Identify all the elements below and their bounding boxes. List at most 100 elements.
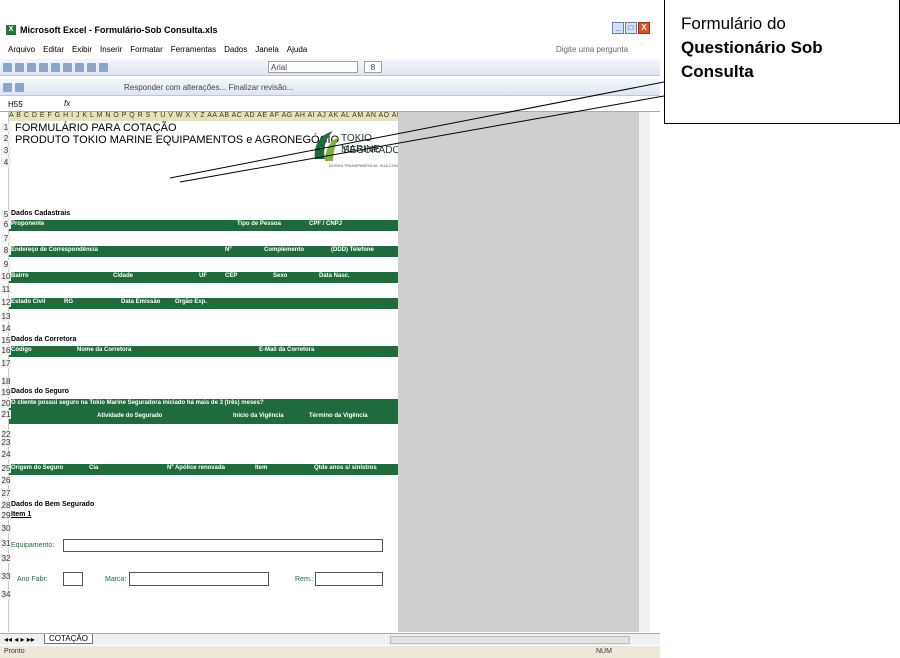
maximize-button[interactable]: □ <box>625 22 637 34</box>
worksheet[interactable]: A B C D E F G H I J K L M N O P Q R S T … <box>1 112 414 632</box>
col-cidade: Cidade <box>113 273 134 279</box>
print-icon[interactable] <box>39 62 48 72</box>
gray-canvas-area <box>398 112 638 632</box>
marca-field[interactable] <box>129 572 269 586</box>
row-number[interactable]: 24 <box>1 450 11 459</box>
minimize-button[interactable]: _ <box>612 22 624 34</box>
row-number[interactable]: 2 <box>1 134 11 143</box>
menu-arquivo[interactable]: Arquivo <box>8 45 35 54</box>
tab-cotacao[interactable]: COTAÇÃO <box>44 634 93 644</box>
row-number[interactable]: 26 <box>1 476 11 485</box>
menu-janela[interactable]: Janela <box>255 45 279 54</box>
col-cia: Cia <box>89 465 99 471</box>
col-atividade: Atividade do Segurado <box>97 413 163 419</box>
row-number[interactable]: 6 <box>1 220 11 229</box>
tokio-marine-logo: TOKIO MARINE SEGURADORA NOSSA TRANSPARÊN… <box>311 127 414 172</box>
row-number[interactable]: 1 <box>1 123 11 132</box>
row-number[interactable]: 14 <box>1 324 11 333</box>
row-number[interactable]: 15 <box>1 336 11 345</box>
horizontal-scrollbar[interactable] <box>390 636 630 644</box>
close-button[interactable]: X <box>638 22 650 34</box>
col-cpf-cnpj: CPF / CNPJ <box>309 221 343 227</box>
formula-bar: H55 fx <box>0 99 660 112</box>
header-row-20: O cliente possui seguro na Tokio Marine … <box>9 399 399 410</box>
paste-icon[interactable] <box>75 62 84 72</box>
row-number[interactable]: 20 <box>1 399 11 408</box>
font-size-select[interactable]: 8 <box>364 61 382 73</box>
row-number[interactable]: 3 <box>1 146 11 155</box>
col-telefone: (DDD) Telefone <box>331 247 374 253</box>
row-number[interactable]: 17 <box>1 359 11 368</box>
menu-inserir[interactable]: Inserir <box>100 45 122 54</box>
menu-dados[interactable]: Dados <box>224 45 247 54</box>
col-nome-corretora: Nome da Corretora <box>77 347 132 353</box>
open-icon[interactable] <box>15 62 24 72</box>
row-number[interactable]: 25 <box>1 464 11 473</box>
row-number[interactable]: 7 <box>1 234 11 243</box>
menu-bar: Arquivo Editar Exibir Inserir Formatar F… <box>0 42 660 56</box>
undo-icon[interactable] <box>87 62 96 72</box>
row-number[interactable]: 11 <box>1 285 11 294</box>
name-box[interactable]: H55 <box>8 100 48 109</box>
menu-ferramentas[interactable]: Ferramentas <box>171 45 216 54</box>
row-number[interactable]: 8 <box>1 246 11 255</box>
tab-nav-arrows[interactable]: ◂◂ ◂ ▸ ▸▸ <box>4 635 35 644</box>
row-number[interactable]: 29 <box>1 511 11 520</box>
rem-field[interactable] <box>315 572 383 586</box>
label-rem: Rem.: <box>295 576 314 583</box>
col-cep: CEP <box>225 273 238 279</box>
row-number[interactable]: 31 <box>1 539 11 548</box>
ask-question-box[interactable]: Digite uma pergunta <box>556 45 628 54</box>
sum-icon[interactable] <box>99 62 108 72</box>
status-num: NÚM <box>596 648 612 655</box>
header-row-10: Bairro Cidade UF CEP Sexo Data Nasc. <box>9 272 399 283</box>
cut-icon[interactable] <box>51 62 60 72</box>
menu-editar[interactable]: Editar <box>43 45 64 54</box>
fx-icon[interactable]: fx <box>64 99 70 108</box>
row-number[interactable]: 28 <box>1 501 11 510</box>
row-number[interactable]: 18 <box>1 377 11 386</box>
item-label: Item 1 <box>11 511 32 518</box>
comment-icon[interactable] <box>15 82 24 92</box>
row-number[interactable]: 10 <box>1 272 11 281</box>
window-controls: _ □ X <box>612 22 650 34</box>
menu-exibir[interactable]: Exibir <box>72 45 92 54</box>
row-number[interactable]: 19 <box>1 388 11 397</box>
column-header: A B C D E F G H I J K L M N O P Q R S T … <box>9 112 399 121</box>
col-apolice-renovada: Nº Apólice renovada <box>167 465 225 471</box>
header-row-25: Origem do Seguro Cia Nº Apólice renovada… <box>9 464 399 475</box>
save-icon[interactable] <box>27 62 36 72</box>
row-number[interactable]: 4 <box>1 158 11 167</box>
row-number[interactable]: 23 <box>1 438 11 447</box>
review-icon[interactable] <box>3 82 12 92</box>
row-number[interactable]: 30 <box>1 524 11 533</box>
review-text[interactable]: Responder com alterações... Finalizar re… <box>124 83 293 92</box>
menu-ajuda[interactable]: Ajuda <box>287 45 307 54</box>
col-sexo: Sexo <box>273 273 288 279</box>
vertical-scrollbar[interactable] <box>638 112 650 632</box>
row-number[interactable]: 32 <box>1 554 11 563</box>
title-bar: X Microsoft Excel - Formulário-Sob Consu… <box>0 22 650 38</box>
standard-toolbar: Arial 8 <box>0 58 660 76</box>
row-number[interactable]: 9 <box>1 260 11 269</box>
row-number[interactable]: 13 <box>1 312 11 321</box>
row-number[interactable]: 16 <box>1 346 11 355</box>
row-number[interactable]: 34 <box>1 590 11 599</box>
equipamento-field[interactable] <box>63 539 383 552</box>
copy-icon[interactable] <box>63 62 72 72</box>
new-icon[interactable] <box>3 62 12 72</box>
tokio-marine-leaf-icon <box>314 131 339 161</box>
ano-fabr-field[interactable] <box>63 572 83 586</box>
row-number[interactable]: 33 <box>1 572 11 581</box>
col-endereco: Endereço de Correspondência <box>11 247 99 253</box>
header-row-21: Atividade do Segurado Início da Vigência… <box>9 410 399 424</box>
row-number[interactable]: 21 <box>1 410 11 419</box>
row-number[interactable]: 27 <box>1 489 11 498</box>
menu-formatar[interactable]: Formatar <box>130 45 162 54</box>
font-select[interactable]: Arial <box>268 61 358 73</box>
col-tipo-pessoa: Tipo de Pessoa <box>237 221 281 227</box>
header-row-12: Estado Civil RG Data Emissão Orgão Exp. <box>9 298 399 309</box>
row-number[interactable]: 5 <box>1 210 11 219</box>
col-proponente: Proponente <box>11 221 45 227</box>
row-number[interactable]: 12 <box>1 298 11 307</box>
